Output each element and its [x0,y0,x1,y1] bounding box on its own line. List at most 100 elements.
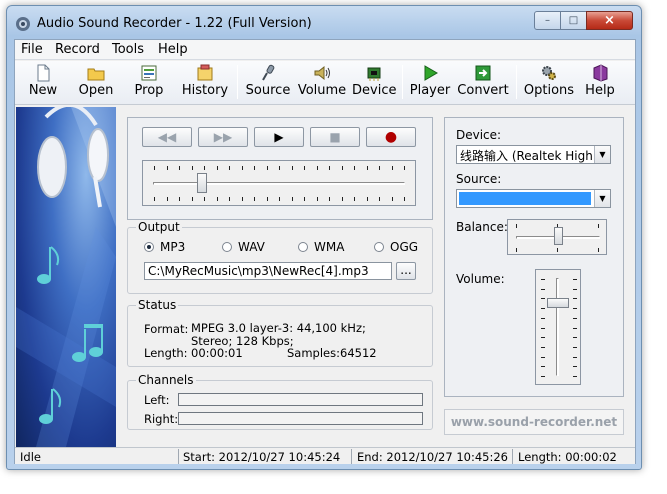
fast-forward-button[interactable]: ▶▶ [198,127,248,147]
source-field-label: Source: [456,172,502,186]
menu-help[interactable]: Help [158,42,188,57]
format-mp3-radio[interactable]: MP3 [144,240,185,254]
left-channel-meter [178,393,423,406]
position-track [153,182,405,185]
volume-tick [541,317,545,319]
toolbar-separator [402,65,403,99]
format-ogg-label: OGG [390,240,419,254]
position-tick [241,166,243,170]
menu-bar: File Record Tools Help [15,40,635,60]
position-tick [254,166,255,170]
status-bar: Idle Start: 2012/10/27 10:45:24 End: 201… [15,447,635,464]
play-green-icon [424,65,438,81]
stop-button[interactable]: ■ [310,127,360,147]
menu-record[interactable]: Record [55,42,100,57]
toolbar-separator [237,65,238,99]
radio-dot [144,242,154,252]
position-tick [179,197,180,201]
toolbar-separator [516,65,517,99]
menu-file[interactable]: File [21,42,43,57]
output-path-field[interactable]: C:\MyRecMusic\mp3\NewRec[4].mp3 [144,262,392,280]
channels-group: Channels Left: Right: [127,373,433,430]
minimize-button[interactable]: – [534,11,561,30]
status-state: Idle [20,450,41,464]
convert-label: Convert [457,83,509,98]
prop-button[interactable]: Prop [129,63,169,103]
volume-tick [573,288,577,290]
format-wav-label: WAV [238,240,265,254]
chevron-down-icon[interactable]: ▼ [594,190,610,207]
balance-slider[interactable] [507,219,607,255]
player-button[interactable]: Player [409,63,451,103]
options-button[interactable]: Options [523,63,575,103]
volume-button[interactable]: Volume [297,63,347,103]
volume-thumb[interactable] [547,297,569,308]
volume-tick [541,279,545,280]
position-tick [341,166,343,170]
right-channel-label: Right: [144,412,179,426]
format-label: Format: [144,322,189,336]
volume-tick [573,376,577,377]
source-label: Source [245,83,291,98]
chevron-down-icon[interactable]: ▼ [594,146,610,163]
record-button[interactable]: ● [366,127,416,147]
position-slider[interactable] [142,160,416,206]
balance-thumb[interactable] [554,227,563,245]
maximize-button[interactable]: □ [560,11,587,30]
device-select[interactable]: 线路输入 (Realtek High De ▼ [456,145,611,164]
play-button[interactable]: ▶ [254,127,304,147]
help-button[interactable]: Help [581,63,619,103]
left-channel-label: Left: [144,393,170,407]
menu-tools[interactable]: Tools [112,42,144,57]
format-wma-radio[interactable]: WMA [298,240,344,254]
position-tick [366,166,368,170]
source-select[interactable]: ▼ [456,189,611,208]
position-tick [279,166,280,170]
volume-tick [573,366,577,368]
help-book-icon [593,64,608,82]
position-tick [216,166,218,170]
browse-button[interactable]: ... [396,262,416,280]
status-group: Status Format: MPEG 3.0 layer-3: 44,100 … [127,298,433,367]
position-tick [391,197,393,201]
website-link[interactable]: www.sound-recorder.net [444,409,624,435]
device-chip-icon [367,67,381,81]
volume-tick [541,346,545,348]
convert-button[interactable]: Convert [456,63,510,103]
position-tick [304,166,305,170]
volume-tick [541,366,545,368]
format-ogg-radio[interactable]: OGG [374,240,418,254]
volume-tick [573,298,577,300]
close-button[interactable]: × [586,11,633,30]
length-label: Length: [144,346,188,360]
format-mp3-label: MP3 [160,240,186,254]
position-tick [266,197,268,201]
history-button[interactable]: History [179,63,231,103]
open-button[interactable]: Open [75,63,117,103]
format-wav-radio[interactable]: WAV [222,240,265,254]
convert-arrow-icon [475,65,491,81]
position-tick [166,197,168,201]
player-label: Player [409,83,451,98]
transport-panel: ◀◀ ▶▶ ▶ ■ ● [127,117,433,220]
position-tick [166,166,168,170]
volume-tick [541,308,545,310]
toolbar: New Open Prop History Source Volume Devi… [15,61,635,105]
position-tick [341,197,343,201]
position-thumb[interactable] [197,173,207,193]
status-label: Status [136,298,179,312]
position-tick [204,197,205,201]
new-button[interactable]: New [23,63,63,103]
title-bar[interactable]: Audio Sound Recorder - 1.22 (Full Versio… [7,6,641,39]
position-tick [391,166,393,170]
position-tick [154,166,155,170]
volume-slider[interactable] [535,269,581,385]
volume-tick [573,317,577,319]
rewind-button[interactable]: ◀◀ [142,127,192,147]
position-tick [379,166,380,170]
radio-dot [298,242,308,252]
source-button[interactable]: Source [244,63,292,103]
volume-tick [573,356,577,358]
device-button[interactable]: Device [352,63,396,103]
volume-tick [541,288,545,290]
